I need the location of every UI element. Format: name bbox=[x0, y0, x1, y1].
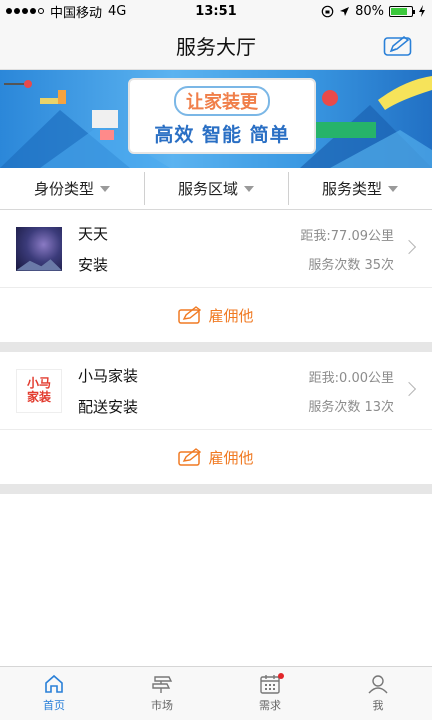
charging-icon bbox=[419, 5, 425, 17]
logo-text: 家装 bbox=[26, 389, 51, 404]
provider-distance: 距我:0.00公里 bbox=[308, 370, 394, 386]
banner-board: 让家装更 高效 智能 简单 bbox=[128, 78, 316, 154]
provider-row[interactable]: 小马 家装 小马家装 配送安装 距我:0.00公里 服务次数 13次 bbox=[0, 352, 432, 430]
tab-home[interactable]: 首页 bbox=[0, 667, 108, 720]
tab-me[interactable]: 我 bbox=[324, 667, 432, 720]
avatar: 小马 家装 bbox=[16, 368, 62, 413]
caret-down-icon bbox=[244, 185, 254, 192]
filter-service-type[interactable]: 服务类型 bbox=[288, 168, 432, 209]
caret-down-icon bbox=[388, 185, 398, 192]
caret-down-icon bbox=[100, 185, 110, 192]
home-icon bbox=[45, 674, 63, 693]
status-time: 13:51 bbox=[195, 3, 237, 19]
tab-label: 首页 bbox=[43, 699, 65, 712]
provider-name: 天天 bbox=[78, 224, 109, 243]
app-header: 服务大厅 bbox=[0, 22, 432, 70]
hire-icon bbox=[178, 306, 202, 324]
provider-service-count: 服务次数 35次 bbox=[308, 257, 394, 273]
banner-headline: 让家装更 bbox=[174, 85, 270, 116]
provider-row[interactable]: 天天 安装 距我:77.09公里 服务次数 35次 bbox=[0, 210, 432, 288]
filter-service-area[interactable]: 服务区域 bbox=[144, 168, 288, 209]
provider-info: 小马家装 配送安装 bbox=[78, 365, 308, 417]
network-label: 4G bbox=[108, 3, 127, 19]
section-divider bbox=[0, 342, 432, 352]
provider-meta: 距我:77.09公里 服务次数 35次 bbox=[300, 225, 394, 273]
user-icon bbox=[368, 675, 388, 694]
tab-bar: 首页 市场 需求 我 bbox=[0, 666, 432, 720]
chevron-right-icon bbox=[401, 239, 417, 255]
signal-strength-icon bbox=[6, 8, 44, 14]
status-bar: 中国移动 4G 13:51 80% bbox=[0, 0, 432, 22]
tab-demand[interactable]: 需求 bbox=[216, 667, 324, 720]
battery-fill bbox=[391, 7, 407, 15]
filter-label: 身份类型 bbox=[33, 180, 94, 198]
tab-label: 需求 bbox=[259, 699, 281, 712]
logo-text: 小马 bbox=[26, 376, 51, 391]
rotation-lock-icon bbox=[321, 5, 334, 17]
avatar bbox=[16, 226, 62, 271]
market-icon bbox=[152, 676, 173, 693]
edit-icon bbox=[383, 36, 412, 56]
battery-percent: 80% bbox=[355, 3, 384, 19]
filter-identity-type[interactable]: 身份类型 bbox=[0, 168, 144, 209]
provider-distance: 距我:77.09公里 bbox=[300, 228, 394, 244]
notification-badge bbox=[278, 673, 284, 679]
provider-info: 天天 安装 bbox=[78, 223, 300, 275]
provider-card: 小马 家装 小马家装 配送安装 距我:0.00公里 服务次数 13次 雇佣他 bbox=[0, 352, 432, 484]
hire-label: 雇佣他 bbox=[208, 306, 254, 325]
provider-service-count: 服务次数 13次 bbox=[308, 399, 394, 415]
carrier-label: 中国移动 bbox=[50, 5, 103, 21]
filter-label: 服务区域 bbox=[177, 180, 238, 198]
provider-service: 安装 bbox=[78, 255, 109, 274]
provider-name: 小马家装 bbox=[78, 366, 139, 385]
filter-label: 服务类型 bbox=[321, 180, 382, 198]
hire-icon bbox=[178, 448, 202, 466]
edit-button[interactable] bbox=[382, 34, 414, 58]
tab-label: 我 bbox=[372, 699, 384, 712]
battery-icon bbox=[389, 5, 415, 17]
hire-label: 雇佣他 bbox=[208, 448, 254, 467]
hire-button[interactable]: 雇佣他 bbox=[0, 288, 432, 342]
page-title: 服务大厅 bbox=[176, 35, 256, 59]
banner-tagline: 高效 智能 简单 bbox=[154, 123, 290, 146]
tab-label: 市场 bbox=[151, 699, 173, 712]
provider-card: 天天 安装 距我:77.09公里 服务次数 35次 雇佣他 bbox=[0, 210, 432, 342]
chevron-right-icon bbox=[401, 381, 417, 397]
promo-banner[interactable]: 让家装更 高效 智能 简单 bbox=[0, 70, 432, 168]
filter-bar: 身份类型 服务区域 服务类型 bbox=[0, 168, 432, 210]
provider-service: 配送安装 bbox=[78, 397, 139, 416]
hire-button[interactable]: 雇佣他 bbox=[0, 430, 432, 484]
provider-meta: 距我:0.00公里 服务次数 13次 bbox=[308, 367, 394, 415]
status-left: 中国移动 4G bbox=[6, 2, 126, 21]
tab-market[interactable]: 市场 bbox=[108, 667, 216, 720]
status-right: 80% bbox=[321, 4, 426, 19]
section-divider bbox=[0, 484, 432, 494]
location-icon bbox=[340, 6, 350, 16]
